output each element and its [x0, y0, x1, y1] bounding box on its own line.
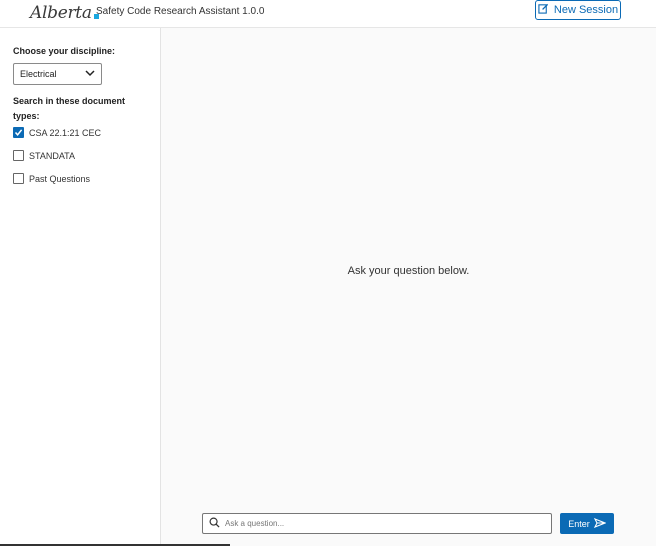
- search-icon: [209, 515, 220, 533]
- discipline-label: Choose your discipline:: [13, 46, 116, 56]
- empty-state-prompt: Ask your question below.: [347, 265, 470, 277]
- sidebar: Choose your discipline: Electrical Searc…: [0, 28, 161, 546]
- new-session-label: New Session: [553, 4, 619, 16]
- doc-type-option-csa[interactable]: CSA 22.1:21 CEC: [13, 127, 101, 138]
- send-icon: [593, 517, 607, 530]
- edit-icon: [538, 3, 549, 17]
- doc-type-option-standata[interactable]: STANDATA: [13, 150, 75, 161]
- discipline-select[interactable]: Electrical: [13, 63, 102, 85]
- app-title: Safety Code Research Assistant 1.0.0: [96, 6, 265, 17]
- chevron-down-icon: [85, 69, 95, 79]
- logo-text: Alberta: [30, 3, 92, 23]
- doc-types-label: Search in these document types:: [13, 94, 125, 124]
- app-window: Alberta Safety Code Research Assistant 1…: [0, 0, 656, 546]
- question-input-box[interactable]: [202, 513, 552, 534]
- enter-label: Enter: [568, 518, 590, 529]
- checkbox-unchecked[interactable]: [13, 173, 24, 184]
- question-input[interactable]: [225, 519, 525, 528]
- doc-type-option-past-questions[interactable]: Past Questions: [13, 173, 90, 184]
- chat-area: Ask your question below. Enter: [161, 28, 656, 546]
- checkmark-icon: [14, 129, 23, 136]
- enter-button[interactable]: Enter: [560, 513, 614, 534]
- doc-type-label: STANDATA: [29, 150, 76, 161]
- discipline-selected-value: Electrical: [20, 69, 57, 79]
- doc-types-label-line1: Search in these document: [13, 96, 126, 106]
- doc-type-label: Past Questions: [29, 173, 91, 184]
- doc-type-label: CSA 22.1:21 CEC: [29, 127, 102, 138]
- new-session-button[interactable]: New Session: [535, 0, 621, 20]
- checkbox-unchecked[interactable]: [13, 150, 24, 161]
- doc-types-label-line2: types:: [13, 111, 40, 121]
- checkbox-checked[interactable]: [13, 127, 24, 138]
- alberta-logo: Alberta: [30, 2, 99, 24]
- header-bar: Alberta Safety Code Research Assistant 1…: [0, 0, 656, 28]
